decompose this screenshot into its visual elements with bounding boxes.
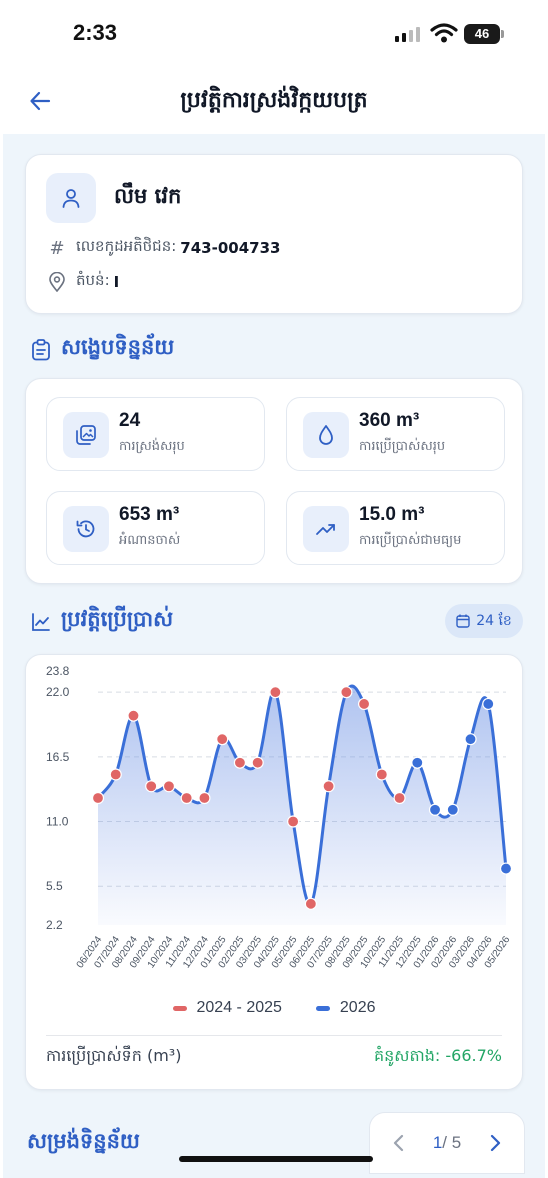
history-heading: ប្រវត្តិប្រើប្រាស់ — [31, 606, 173, 637]
stat-value: 360 m³ — [359, 410, 420, 431]
usage-line-chart: 23.822.016.511.05.52.206/202407/202408/2… — [46, 664, 513, 970]
data-point-series-1 — [251, 756, 264, 769]
stat-value: 24 — [119, 410, 141, 431]
legend-swatch — [172, 1005, 187, 1011]
history-title: ប្រវត្តិប្រើប្រាស់ — [61, 607, 174, 631]
area-label: តំបន់: — [76, 271, 110, 289]
image-gallery-icon — [63, 412, 109, 458]
data-point-series-1 — [233, 756, 247, 769]
data-point-series-1 — [322, 780, 335, 793]
data-point-series-1 — [304, 897, 317, 910]
data-point-series-1 — [340, 686, 353, 699]
line-chart-icon — [32, 612, 50, 631]
chart-divider — [46, 1035, 502, 1036]
legend-label: 2024 - 2025 — [196, 999, 282, 1016]
data-point-series-2 — [446, 803, 459, 816]
summary-card: 24 ការស្រង់សរុប 360 m³ ការប្រើប្រាស់សរុប… — [25, 378, 523, 584]
signal-icon — [395, 27, 420, 42]
area-row: តំបន់: I — [48, 271, 119, 293]
app-header: ប្រវត្តិការស្រង់វិក្កយបត្រ — [3, 70, 545, 134]
hash-icon: # — [49, 237, 65, 259]
data-point-series-1 — [287, 815, 300, 828]
stat-average-usage: 15.0 m³ ការប្រើប្រាស់ជាមធ្យម — [286, 491, 505, 565]
stat-total-usage: 360 m³ ការប្រើប្រាស់សរុប — [286, 397, 505, 471]
page-indicator: 1/ 5 — [433, 1133, 461, 1153]
chevron-right-icon[interactable] — [490, 1134, 502, 1152]
data-point-series-1 — [180, 791, 193, 805]
data-point-series-1 — [198, 791, 211, 805]
stat-value: 653 m³ — [119, 504, 180, 525]
app-screen: 2:33 46 ប្រវត្តិការស្រង់វិក្កយបត្រ លឹម វ — [3, 0, 545, 1178]
chart-unit-label: ការប្រើប្រាស់ទឹក (m³) — [46, 1046, 182, 1065]
data-point-series-2 — [428, 803, 442, 816]
clipboard-icon — [32, 338, 50, 360]
customer-code-row: # លេខកូដអតិថិជន: 743-004733 — [48, 237, 280, 259]
user-icon — [62, 189, 80, 208]
trend-up-icon — [303, 506, 349, 552]
data-point-series-1 — [109, 768, 122, 781]
history-icon — [63, 506, 109, 552]
y-tick-label: 22.0 — [46, 685, 70, 699]
period-label: 24 ខែ — [476, 612, 512, 629]
page-title: ប្រវត្តិការស្រង់វិក្កយបត្រ — [180, 88, 368, 113]
y-tick-label: 2.2 — [46, 918, 63, 932]
y-tick-label: 16.5 — [46, 750, 70, 764]
customer-name: លឹម វេក — [114, 184, 182, 208]
summary-heading: សង្ខេបទិន្នន័យ — [31, 334, 174, 365]
data-point-series-2 — [411, 756, 424, 769]
avatar — [46, 173, 96, 223]
usage-chart-card: 23.8 22.0 16.5 11.0 5.5 2.2 06/2024 07/2024 08/2… — [25, 654, 523, 1090]
data-point-series-1 — [216, 733, 229, 746]
home-indicator — [179, 1156, 373, 1162]
stat-label: ការប្រើប្រាស់ជាមធ្យម — [359, 533, 462, 548]
summary-title: សង្ខេបទិន្នន័យ — [61, 335, 175, 359]
chart-legend: 2024 - 2025 2026 — [26, 999, 522, 1017]
stat-label: អំណានចាស់ — [119, 533, 181, 548]
data-point-series-1 — [357, 697, 371, 711]
status-bar: 2:33 46 — [3, 0, 545, 70]
area-value: I — [113, 273, 120, 291]
area-fill — [98, 686, 506, 925]
data-point-series-1 — [375, 768, 388, 781]
legend-label: 2026 — [339, 999, 376, 1016]
battery-cap — [501, 30, 504, 38]
legend-item-series-1[interactable]: 2024 - 2025 — [172, 999, 282, 1017]
water-drop-icon — [303, 412, 349, 458]
y-tick-label: 5.5 — [46, 879, 63, 893]
data-point-series-1 — [91, 791, 105, 805]
legend-item-series-2[interactable]: 2026 — [315, 999, 376, 1017]
pagination: 1/ 5 — [369, 1112, 525, 1174]
customer-code-label: លេខកូដអតិថិជន: — [76, 237, 177, 255]
data-point-series-2 — [464, 733, 477, 746]
data-point-series-1 — [269, 686, 282, 699]
data-point-series-1 — [127, 709, 140, 722]
data-point-series-1 — [145, 780, 158, 793]
status-time: 2:33 — [73, 20, 118, 45]
chart-compare-label: គំនូសតាង: -66.7% — [373, 1046, 502, 1065]
customer-code-value: 743-004733 — [180, 239, 281, 257]
wifi-icon — [430, 23, 458, 43]
location-pin-icon — [49, 272, 65, 292]
stat-label: ការប្រើប្រាស់សរុប — [359, 439, 446, 454]
y-tick-label: 23.8 — [46, 664, 70, 678]
data-point-series-1 — [393, 791, 406, 805]
period-selector[interactable]: 24 ខែ — [445, 604, 523, 638]
data-point-series-1 — [162, 780, 176, 793]
y-tick-label: 11.0 — [46, 815, 69, 829]
calendar-icon — [456, 614, 470, 628]
stat-old-reading: 653 m³ អំណានចាស់ — [46, 491, 265, 565]
stat-label: ការស្រង់សរុប — [119, 439, 185, 454]
data-point-series-2 — [482, 697, 495, 711]
legend-swatch — [315, 1005, 330, 1011]
data-point-series-2 — [499, 862, 513, 875]
battery-icon: 46 — [464, 24, 500, 44]
page-total: / 5 — [442, 1133, 462, 1152]
stat-total-readings: 24 ការស្រង់សរុប — [46, 397, 265, 471]
stat-value: 15.0 m³ — [359, 504, 425, 525]
readings-heading: សម្រង់ទិន្នន័យ — [27, 1129, 140, 1153]
page-current: 1 — [432, 1133, 443, 1152]
customer-card: លឹម វេក # លេខកូដអតិថិជន: 743-004733 តំបន… — [25, 154, 523, 314]
chevron-left-icon[interactable] — [392, 1134, 404, 1152]
